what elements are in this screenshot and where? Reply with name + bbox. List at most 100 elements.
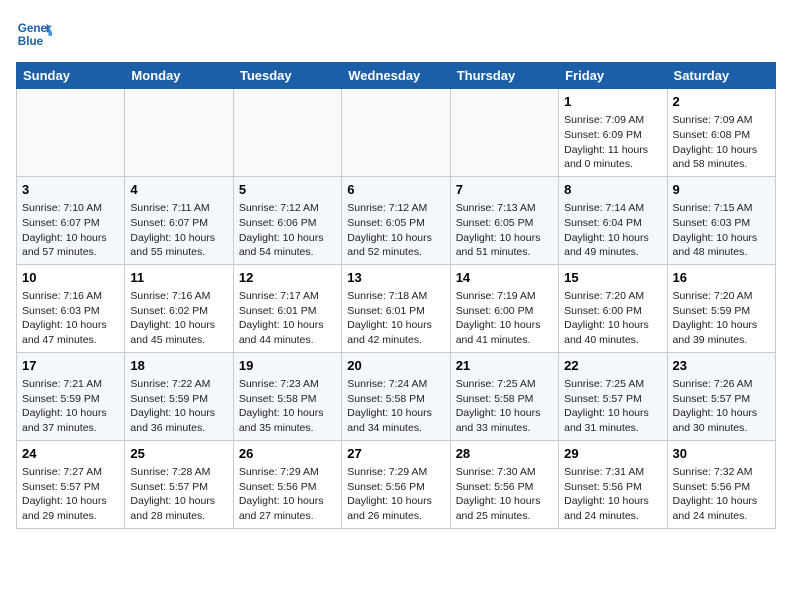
day-number: 4 — [130, 181, 227, 199]
calendar-cell: 28Sunrise: 7:30 AM Sunset: 5:56 PM Dayli… — [450, 440, 558, 528]
weekday-header-row: SundayMondayTuesdayWednesdayThursdayFrid… — [17, 63, 776, 89]
weekday-friday: Friday — [559, 63, 667, 89]
weekday-tuesday: Tuesday — [233, 63, 341, 89]
calendar-cell: 16 Sunrise: 7:20 AM Sunset: 5:59 PM Dayli… — [667, 264, 775, 352]
calendar-cell: 17 Sunrise: 7:21 AM Sunset: 5:59 PM Dayli… — [17, 352, 125, 440]
day-info: Sunrise: 7:31 AM Sunset: 5:56 PM Dayligh… — [564, 465, 661, 524]
day-info: Sunrise: 7:11 AM Sunset: 6:07 PM Dayligh… — [130, 201, 227, 260]
weekday-sunday: Sunday — [17, 63, 125, 89]
day-number: 12 — [239, 269, 336, 287]
day-info: Sunrise: 7:27 AM Sunset: 5:57 PM Dayligh… — [22, 465, 119, 524]
calendar-cell: 4 Sunrise: 7:11 AM Sunset: 6:07 PM Daylig… — [125, 176, 233, 264]
day-number: 25 — [130, 445, 227, 463]
week-row-5: 24 Sunrise: 7:27 AM Sunset: 5:57 PM Dayli… — [17, 440, 776, 528]
svg-text:Blue: Blue — [18, 35, 44, 48]
day-info: Sunrise: 7:13 AM Sunset: 6:05 PM Dayligh… — [456, 201, 553, 260]
calendar-cell: 9 Sunrise: 7:15 AM Sunset: 6:03 PM Daylig… — [667, 176, 775, 264]
day-info: Sunrise: 7:19 AM Sunset: 6:00 PM Dayligh… — [456, 289, 553, 348]
day-number: 22 — [564, 357, 661, 375]
calendar-cell: 15 Sunrise: 7:20 AM Sunset: 6:00 PM Dayli… — [559, 264, 667, 352]
calendar-cell: 13Sunrise: 7:18 AM Sunset: 6:01 PM Dayli… — [342, 264, 450, 352]
calendar-cell — [342, 89, 450, 177]
calendar-cell — [17, 89, 125, 177]
week-row-3: 10 Sunrise: 7:16 AM Sunset: 6:03 PM Dayli… — [17, 264, 776, 352]
day-number: 20 — [347, 357, 444, 375]
day-number: 8 — [564, 181, 661, 199]
calendar-cell — [125, 89, 233, 177]
calendar-cell: 12 Sunrise: 7:17 AM Sunset: 6:01 PM Dayli… — [233, 264, 341, 352]
calendar-cell: 8Sunrise: 7:14 AM Sunset: 6:04 PM Daylig… — [559, 176, 667, 264]
day-number: 21 — [456, 357, 553, 375]
calendar-cell: 3 Sunrise: 7:10 AM Sunset: 6:07 PM Daylig… — [17, 176, 125, 264]
day-info: Sunrise: 7:12 AM Sunset: 6:06 PM Dayligh… — [239, 201, 336, 260]
day-info: Sunrise: 7:24 AM Sunset: 5:58 PM Dayligh… — [347, 377, 444, 436]
day-info: Sunrise: 7:16 AM Sunset: 6:02 PM Dayligh… — [130, 289, 227, 348]
calendar-cell: 22 Sunrise: 7:25 AM Sunset: 5:57 PM Dayli… — [559, 352, 667, 440]
day-number: 18 — [130, 357, 227, 375]
calendar-cell: 25 Sunrise: 7:28 AM Sunset: 5:57 PM Dayli… — [125, 440, 233, 528]
day-info: Sunrise: 7:16 AM Sunset: 6:03 PM Dayligh… — [22, 289, 119, 348]
day-number: 29 — [564, 445, 661, 463]
day-info: Sunrise: 7:25 AM Sunset: 5:57 PM Dayligh… — [564, 377, 661, 436]
calendar-cell — [233, 89, 341, 177]
calendar-cell — [450, 89, 558, 177]
day-number: 13 — [347, 269, 444, 287]
calendar-cell: 2 Sunrise: 7:09 AM Sunset: 6:08 PM Daylig… — [667, 89, 775, 177]
calendar-cell: 29 Sunrise: 7:31 AM Sunset: 5:56 PM Dayli… — [559, 440, 667, 528]
day-number: 30 — [673, 445, 770, 463]
calendar-cell: 19Sunrise: 7:23 AM Sunset: 5:58 PM Dayli… — [233, 352, 341, 440]
day-info: Sunrise: 7:29 AM Sunset: 5:56 PM Dayligh… — [239, 465, 336, 524]
day-info: Sunrise: 7:23 AM Sunset: 5:58 PM Dayligh… — [239, 377, 336, 436]
day-info: Sunrise: 7:22 AM Sunset: 5:59 PM Dayligh… — [130, 377, 227, 436]
day-info: Sunrise: 7:20 AM Sunset: 5:59 PM Dayligh… — [673, 289, 770, 348]
weekday-wednesday: Wednesday — [342, 63, 450, 89]
day-info: Sunrise: 7:30 AM Sunset: 5:56 PM Dayligh… — [456, 465, 553, 524]
logo-icon: General Blue — [16, 16, 52, 52]
calendar-cell: 20 Sunrise: 7:24 AM Sunset: 5:58 PM Dayli… — [342, 352, 450, 440]
calendar-cell: 6Sunrise: 7:12 AM Sunset: 6:05 PM Daylig… — [342, 176, 450, 264]
day-number: 2 — [673, 93, 770, 111]
day-number: 23 — [673, 357, 770, 375]
calendar-cell: 7 Sunrise: 7:13 AM Sunset: 6:05 PM Daylig… — [450, 176, 558, 264]
day-info: Sunrise: 7:26 AM Sunset: 5:57 PM Dayligh… — [673, 377, 770, 436]
week-row-4: 17 Sunrise: 7:21 AM Sunset: 5:59 PM Dayli… — [17, 352, 776, 440]
day-number: 3 — [22, 181, 119, 199]
day-number: 14 — [456, 269, 553, 287]
calendar-table: SundayMondayTuesdayWednesdayThursdayFrid… — [16, 62, 776, 529]
day-info: Sunrise: 7:09 AM Sunset: 6:08 PM Dayligh… — [673, 113, 770, 172]
calendar-cell: 10 Sunrise: 7:16 AM Sunset: 6:03 PM Dayli… — [17, 264, 125, 352]
calendar-cell: 21 Sunrise: 7:25 AM Sunset: 5:58 PM Dayli… — [450, 352, 558, 440]
calendar-cell: 26 Sunrise: 7:29 AM Sunset: 5:56 PM Dayli… — [233, 440, 341, 528]
day-info: Sunrise: 7:12 AM Sunset: 6:05 PM Dayligh… — [347, 201, 444, 260]
calendar-cell: 14 Sunrise: 7:19 AM Sunset: 6:00 PM Dayli… — [450, 264, 558, 352]
weekday-monday: Monday — [125, 63, 233, 89]
day-number: 15 — [564, 269, 661, 287]
day-info: Sunrise: 7:28 AM Sunset: 5:57 PM Dayligh… — [130, 465, 227, 524]
day-info: Sunrise: 7:17 AM Sunset: 6:01 PM Dayligh… — [239, 289, 336, 348]
calendar-body: 1Sunrise: 7:09 AM Sunset: 6:09 PM Daylig… — [17, 89, 776, 529]
calendar-cell: 27Sunrise: 7:29 AM Sunset: 5:56 PM Dayli… — [342, 440, 450, 528]
day-info: Sunrise: 7:25 AM Sunset: 5:58 PM Dayligh… — [456, 377, 553, 436]
day-number: 26 — [239, 445, 336, 463]
day-number: 9 — [673, 181, 770, 199]
calendar-cell: 5Sunrise: 7:12 AM Sunset: 6:06 PM Daylig… — [233, 176, 341, 264]
day-info: Sunrise: 7:21 AM Sunset: 5:59 PM Dayligh… — [22, 377, 119, 436]
day-info: Sunrise: 7:20 AM Sunset: 6:00 PM Dayligh… — [564, 289, 661, 348]
week-row-1: 1Sunrise: 7:09 AM Sunset: 6:09 PM Daylig… — [17, 89, 776, 177]
day-number: 1 — [564, 93, 661, 111]
calendar-cell: 23 Sunrise: 7:26 AM Sunset: 5:57 PM Dayli… — [667, 352, 775, 440]
day-number: 17 — [22, 357, 119, 375]
day-info: Sunrise: 7:15 AM Sunset: 6:03 PM Dayligh… — [673, 201, 770, 260]
day-number: 27 — [347, 445, 444, 463]
calendar-cell: 18 Sunrise: 7:22 AM Sunset: 5:59 PM Dayli… — [125, 352, 233, 440]
day-info: Sunrise: 7:10 AM Sunset: 6:07 PM Dayligh… — [22, 201, 119, 260]
calendar-cell: 1Sunrise: 7:09 AM Sunset: 6:09 PM Daylig… — [559, 89, 667, 177]
day-number: 7 — [456, 181, 553, 199]
day-number: 24 — [22, 445, 119, 463]
weekday-thursday: Thursday — [450, 63, 558, 89]
weekday-saturday: Saturday — [667, 63, 775, 89]
day-number: 16 — [673, 269, 770, 287]
day-number: 10 — [22, 269, 119, 287]
calendar-cell: 30Sunrise: 7:32 AM Sunset: 5:56 PM Dayli… — [667, 440, 775, 528]
calendar-cell: 24 Sunrise: 7:27 AM Sunset: 5:57 PM Dayli… — [17, 440, 125, 528]
